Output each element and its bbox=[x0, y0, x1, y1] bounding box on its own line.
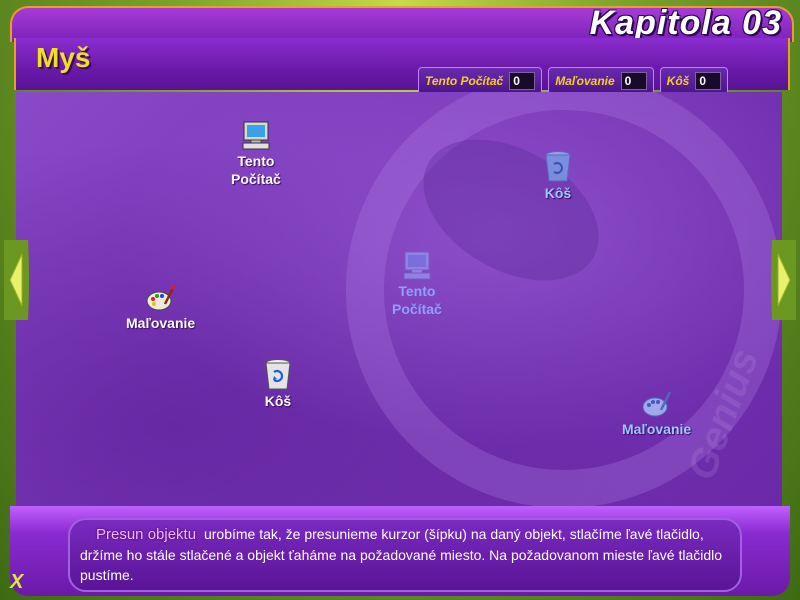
counter-label: Kôš bbox=[666, 74, 690, 88]
computer-icon bbox=[242, 121, 270, 150]
right-arrow-icon[interactable] bbox=[768, 240, 800, 320]
counter-bar: Tento Počítač 0 Maľovanie 0 Kôš 0 bbox=[418, 67, 729, 95]
desktop-item-malovanie[interactable]: Maľovanie bbox=[126, 282, 195, 332]
item-label-line2: Počítač bbox=[231, 171, 281, 187]
item-label: Kôš bbox=[264, 393, 292, 409]
item-label: Maľovanie bbox=[622, 421, 692, 437]
desktop-item-tento-pocitac[interactable]: Tento Počítač bbox=[231, 120, 281, 188]
counter-kos: Kôš 0 bbox=[659, 67, 729, 95]
counter-value: 0 bbox=[695, 72, 722, 90]
target-tento-pocitac: Tento Počítač bbox=[392, 250, 442, 318]
close-icon[interactable]: X bbox=[10, 571, 23, 594]
target-kos: Kôš bbox=[542, 150, 574, 202]
item-label-line1: Tento bbox=[398, 283, 436, 299]
app-window: Kapitola 03 Myš Tento Počítač 0 Maľovani… bbox=[0, 0, 800, 600]
counter-label: Tento Počítač bbox=[425, 74, 504, 88]
item-label-line2: Počítač bbox=[392, 301, 442, 317]
info-highlight: Presun objektu bbox=[96, 526, 197, 543]
recycle-bin-icon bbox=[265, 359, 291, 390]
item-label: Kôš bbox=[544, 185, 572, 201]
counter-value: 0 bbox=[509, 72, 536, 90]
palette-icon bbox=[146, 284, 175, 311]
counter-malovanie: Maľovanie 0 bbox=[548, 67, 654, 95]
drag-workspace: Genius Tento Počítač Kôš Tento Počítač M… bbox=[16, 92, 782, 506]
palette-icon bbox=[642, 391, 671, 417]
desktop-item-kos[interactable]: Kôš bbox=[262, 358, 294, 410]
recycle-bin-icon bbox=[545, 151, 571, 182]
item-label: Maľovanie bbox=[126, 315, 196, 331]
computer-icon bbox=[403, 251, 431, 280]
info-text: Presun objektu urobíme tak, že presuniem… bbox=[80, 524, 730, 585]
section-title: Myš bbox=[36, 42, 91, 73]
counter-label: Maľovanie bbox=[555, 74, 615, 88]
target-malovanie: Maľovanie bbox=[622, 388, 691, 438]
counter-tento-pocitac: Tento Počítač 0 bbox=[418, 67, 543, 95]
item-label-line1: Tento bbox=[237, 153, 275, 169]
counter-value: 0 bbox=[620, 72, 647, 90]
left-arrow-icon[interactable] bbox=[0, 240, 32, 320]
